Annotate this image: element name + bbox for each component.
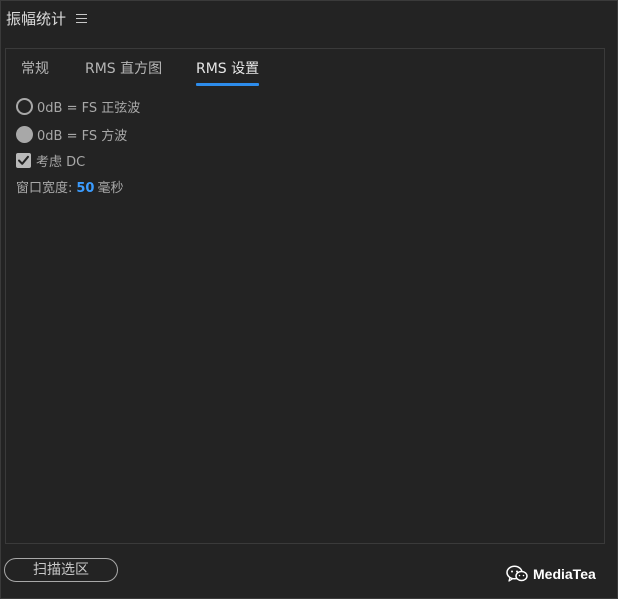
tab-general[interactable]: 常规 [21, 59, 49, 79]
hamburger-menu-icon[interactable] [76, 14, 87, 24]
window-width-row: 窗口宽度: 50 毫秒 [16, 179, 124, 199]
tab-rms-histogram[interactable]: RMS 直方图 [85, 59, 162, 79]
consider-dc-label: 考虑 DC [36, 154, 86, 170]
option-sine-wave-label: 0dB = FS 正弦波 [37, 100, 141, 116]
option-sine-wave[interactable]: 0dB = FS 正弦波 [16, 96, 140, 116]
panel-title: 振幅统计 [6, 10, 67, 28]
amplitude-statistics-window: 振幅统计 常规 RMS 直方图 RMS 设置 0dB = FS 正弦波 0dB … [0, 0, 618, 599]
consider-dc-checkbox[interactable] [16, 152, 31, 168]
tab-rms-settings-label: RMS 设置 [196, 61, 260, 77]
option-square-wave-label: 0dB = FS 方波 [37, 128, 128, 144]
tab-rms-settings[interactable]: RMS 设置 [196, 59, 260, 86]
window-width-value[interactable]: 50 [76, 181, 94, 196]
content-panel: 常规 RMS 直方图 RMS 设置 0dB = FS 正弦波 0dB = FS … [5, 48, 605, 544]
window-width-unit: 毫秒 [97, 181, 124, 196]
radio-sine-wave[interactable] [16, 97, 33, 115]
wechat-icon [506, 565, 528, 582]
watermark-text: MediaTea [533, 566, 596, 582]
scan-selection-button[interactable]: 扫描选区 [4, 558, 118, 582]
panel-header: 振幅统计 [1, 1, 617, 37]
radio-square-wave[interactable] [16, 125, 33, 143]
window-width-label: 窗口宽度: [16, 181, 73, 196]
option-square-wave[interactable]: 0dB = FS 方波 [16, 124, 127, 144]
consider-dc-option[interactable]: 考虑 DC [16, 150, 85, 170]
checkmark-icon [18, 155, 29, 165]
active-tab-indicator [196, 83, 260, 86]
watermark: MediaTea [506, 562, 596, 586]
